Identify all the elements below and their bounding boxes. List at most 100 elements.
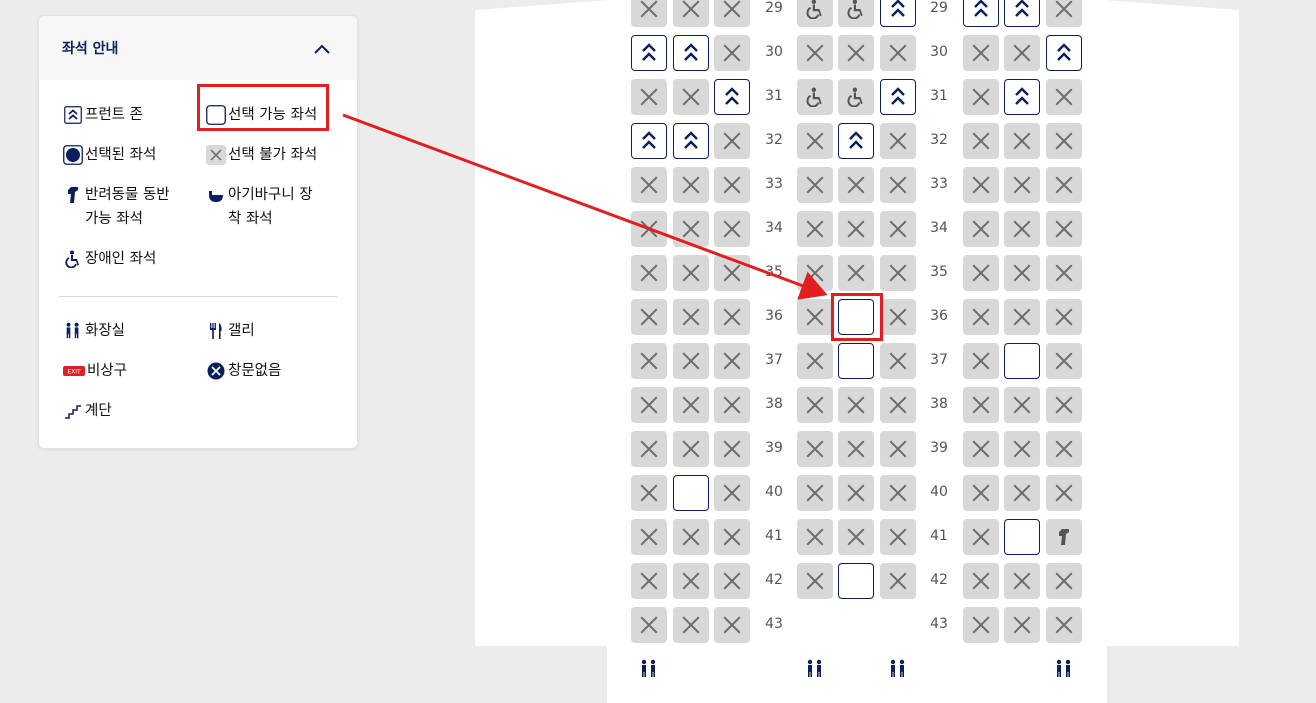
row-number: 30 bbox=[765, 44, 783, 60]
seat-42-5-available[interactable] bbox=[838, 563, 874, 599]
seat-31-3-front-zone[interactable] bbox=[714, 79, 750, 115]
lavatory-icon bbox=[888, 659, 908, 679]
row-number: 38 bbox=[930, 396, 948, 412]
seat-34-1-unavailable bbox=[631, 211, 667, 247]
seat-33-9-unavailable bbox=[1046, 167, 1082, 203]
seat-43-3-unavailable bbox=[714, 607, 750, 643]
seat-36-6-unavailable bbox=[880, 299, 916, 335]
legend-label: 창문없음 bbox=[228, 363, 282, 379]
seat-29-7-front-zone[interactable] bbox=[963, 0, 999, 27]
cabin-wing-right bbox=[1105, 0, 1239, 646]
legend-label: 화장실 bbox=[85, 323, 126, 339]
seat-36-2-unavailable bbox=[673, 299, 709, 335]
seat-35-1-unavailable bbox=[631, 255, 667, 291]
seat-40-7-unavailable bbox=[963, 475, 999, 511]
row-number: 34 bbox=[765, 220, 783, 236]
seat-42-4-unavailable bbox=[797, 563, 833, 599]
seat-38-6-unavailable bbox=[880, 387, 916, 423]
seat-39-6-unavailable bbox=[880, 431, 916, 467]
seat-41-1-unavailable bbox=[631, 519, 667, 555]
cabin-wing-left bbox=[475, 0, 609, 646]
seat-37-5-available[interactable] bbox=[838, 343, 874, 379]
seat-31-8-front-zone[interactable] bbox=[1004, 79, 1040, 115]
seat-34-4-unavailable bbox=[797, 211, 833, 247]
seat-34-7-unavailable bbox=[963, 211, 999, 247]
seat-32-1-front-zone[interactable] bbox=[631, 123, 667, 159]
seat-32-3-unavailable bbox=[714, 123, 750, 159]
seat-35-7-unavailable bbox=[963, 255, 999, 291]
legend-label: 선택 불가 좌석 bbox=[228, 147, 318, 163]
row-number: 29 bbox=[765, 0, 783, 16]
seat-34-2-unavailable bbox=[673, 211, 709, 247]
seat-39-5-unavailable bbox=[838, 431, 874, 467]
legend-divider bbox=[59, 296, 337, 297]
seat-35-8-unavailable bbox=[1004, 255, 1040, 291]
seat-37-3-unavailable bbox=[714, 343, 750, 379]
legend-selected: 선택된 좌석 bbox=[63, 143, 156, 167]
row-number: 36 bbox=[765, 308, 783, 324]
seat-38-4-unavailable bbox=[797, 387, 833, 423]
seat-38-9-unavailable bbox=[1046, 387, 1082, 423]
chevron-up-icon[interactable] bbox=[313, 41, 331, 55]
selected-seat-icon bbox=[63, 143, 83, 167]
seat-36-7-unavailable bbox=[963, 299, 999, 335]
seat-29-4-disabled bbox=[797, 0, 833, 27]
seat-30-1-front-zone[interactable] bbox=[631, 35, 667, 71]
seat-42-1-unavailable bbox=[631, 563, 667, 599]
seat-39-8-unavailable bbox=[1004, 431, 1040, 467]
seat-37-8-available[interactable] bbox=[1004, 343, 1040, 379]
seat-43-1-unavailable bbox=[631, 607, 667, 643]
seat-37-2-unavailable bbox=[673, 343, 709, 379]
seat-30-2-front-zone[interactable] bbox=[673, 35, 709, 71]
seat-33-6-unavailable bbox=[880, 167, 916, 203]
seat-41-8-available[interactable] bbox=[1004, 519, 1040, 555]
seat-31-7-unavailable bbox=[963, 79, 999, 115]
row-number: 39 bbox=[930, 440, 948, 456]
seat-29-1-unavailable bbox=[631, 0, 667, 27]
no-window-icon bbox=[206, 359, 226, 383]
seat-40-2-available[interactable] bbox=[673, 475, 709, 511]
seat-29-2-unavailable bbox=[673, 0, 709, 27]
seat-30-4-unavailable bbox=[797, 35, 833, 71]
seat-38-2-unavailable bbox=[673, 387, 709, 423]
row-number: 43 bbox=[930, 616, 948, 632]
seat-32-5-front-zone[interactable] bbox=[838, 123, 874, 159]
seat-36-4-unavailable bbox=[797, 299, 833, 335]
legend-label: 반려동물 동반 bbox=[85, 187, 170, 203]
seat-42-3-unavailable bbox=[714, 563, 750, 599]
seat-30-8-unavailable bbox=[1004, 35, 1040, 71]
seat-41-7-unavailable bbox=[963, 519, 999, 555]
seat-39-7-unavailable bbox=[963, 431, 999, 467]
seat-34-5-unavailable bbox=[838, 211, 874, 247]
legend-title: 좌석 안내 bbox=[62, 41, 119, 57]
seat-31-4-disabled bbox=[797, 79, 833, 115]
row-number: 36 bbox=[930, 308, 948, 324]
seat-30-7-unavailable bbox=[963, 35, 999, 71]
seat-35-3-unavailable bbox=[714, 255, 750, 291]
seat-37-4-unavailable bbox=[797, 343, 833, 379]
seat-30-9-front-zone[interactable] bbox=[1046, 35, 1082, 71]
seat-34-8-unavailable bbox=[1004, 211, 1040, 247]
legend-label: 프런트 존 bbox=[85, 107, 143, 123]
seat-29-6-front-zone[interactable] bbox=[880, 0, 916, 27]
seat-31-6-front-zone[interactable] bbox=[880, 79, 916, 115]
wheelchair-icon bbox=[63, 247, 83, 271]
seat-34-6-unavailable bbox=[880, 211, 916, 247]
row-number: 34 bbox=[930, 220, 948, 236]
legend-stairs: 계단 bbox=[63, 399, 112, 423]
seat-35-2-unavailable bbox=[673, 255, 709, 291]
legend-label: 장애인 좌석 bbox=[85, 251, 157, 267]
seat-35-6-unavailable bbox=[880, 255, 916, 291]
seat-38-8-unavailable bbox=[1004, 387, 1040, 423]
legend-header[interactable]: 좌석 안내 bbox=[39, 16, 357, 80]
seat-41-3-unavailable bbox=[714, 519, 750, 555]
seat-40-9-unavailable bbox=[1046, 475, 1082, 511]
seat-29-8-front-zone[interactable] bbox=[1004, 0, 1040, 27]
seat-40-1-unavailable bbox=[631, 475, 667, 511]
seat-40-6-unavailable bbox=[880, 475, 916, 511]
seat-32-2-front-zone[interactable] bbox=[673, 123, 709, 159]
seat-31-5-disabled bbox=[838, 79, 874, 115]
row-number: 40 bbox=[930, 484, 948, 500]
row-number: 33 bbox=[930, 176, 948, 192]
row-number: 35 bbox=[765, 264, 783, 280]
